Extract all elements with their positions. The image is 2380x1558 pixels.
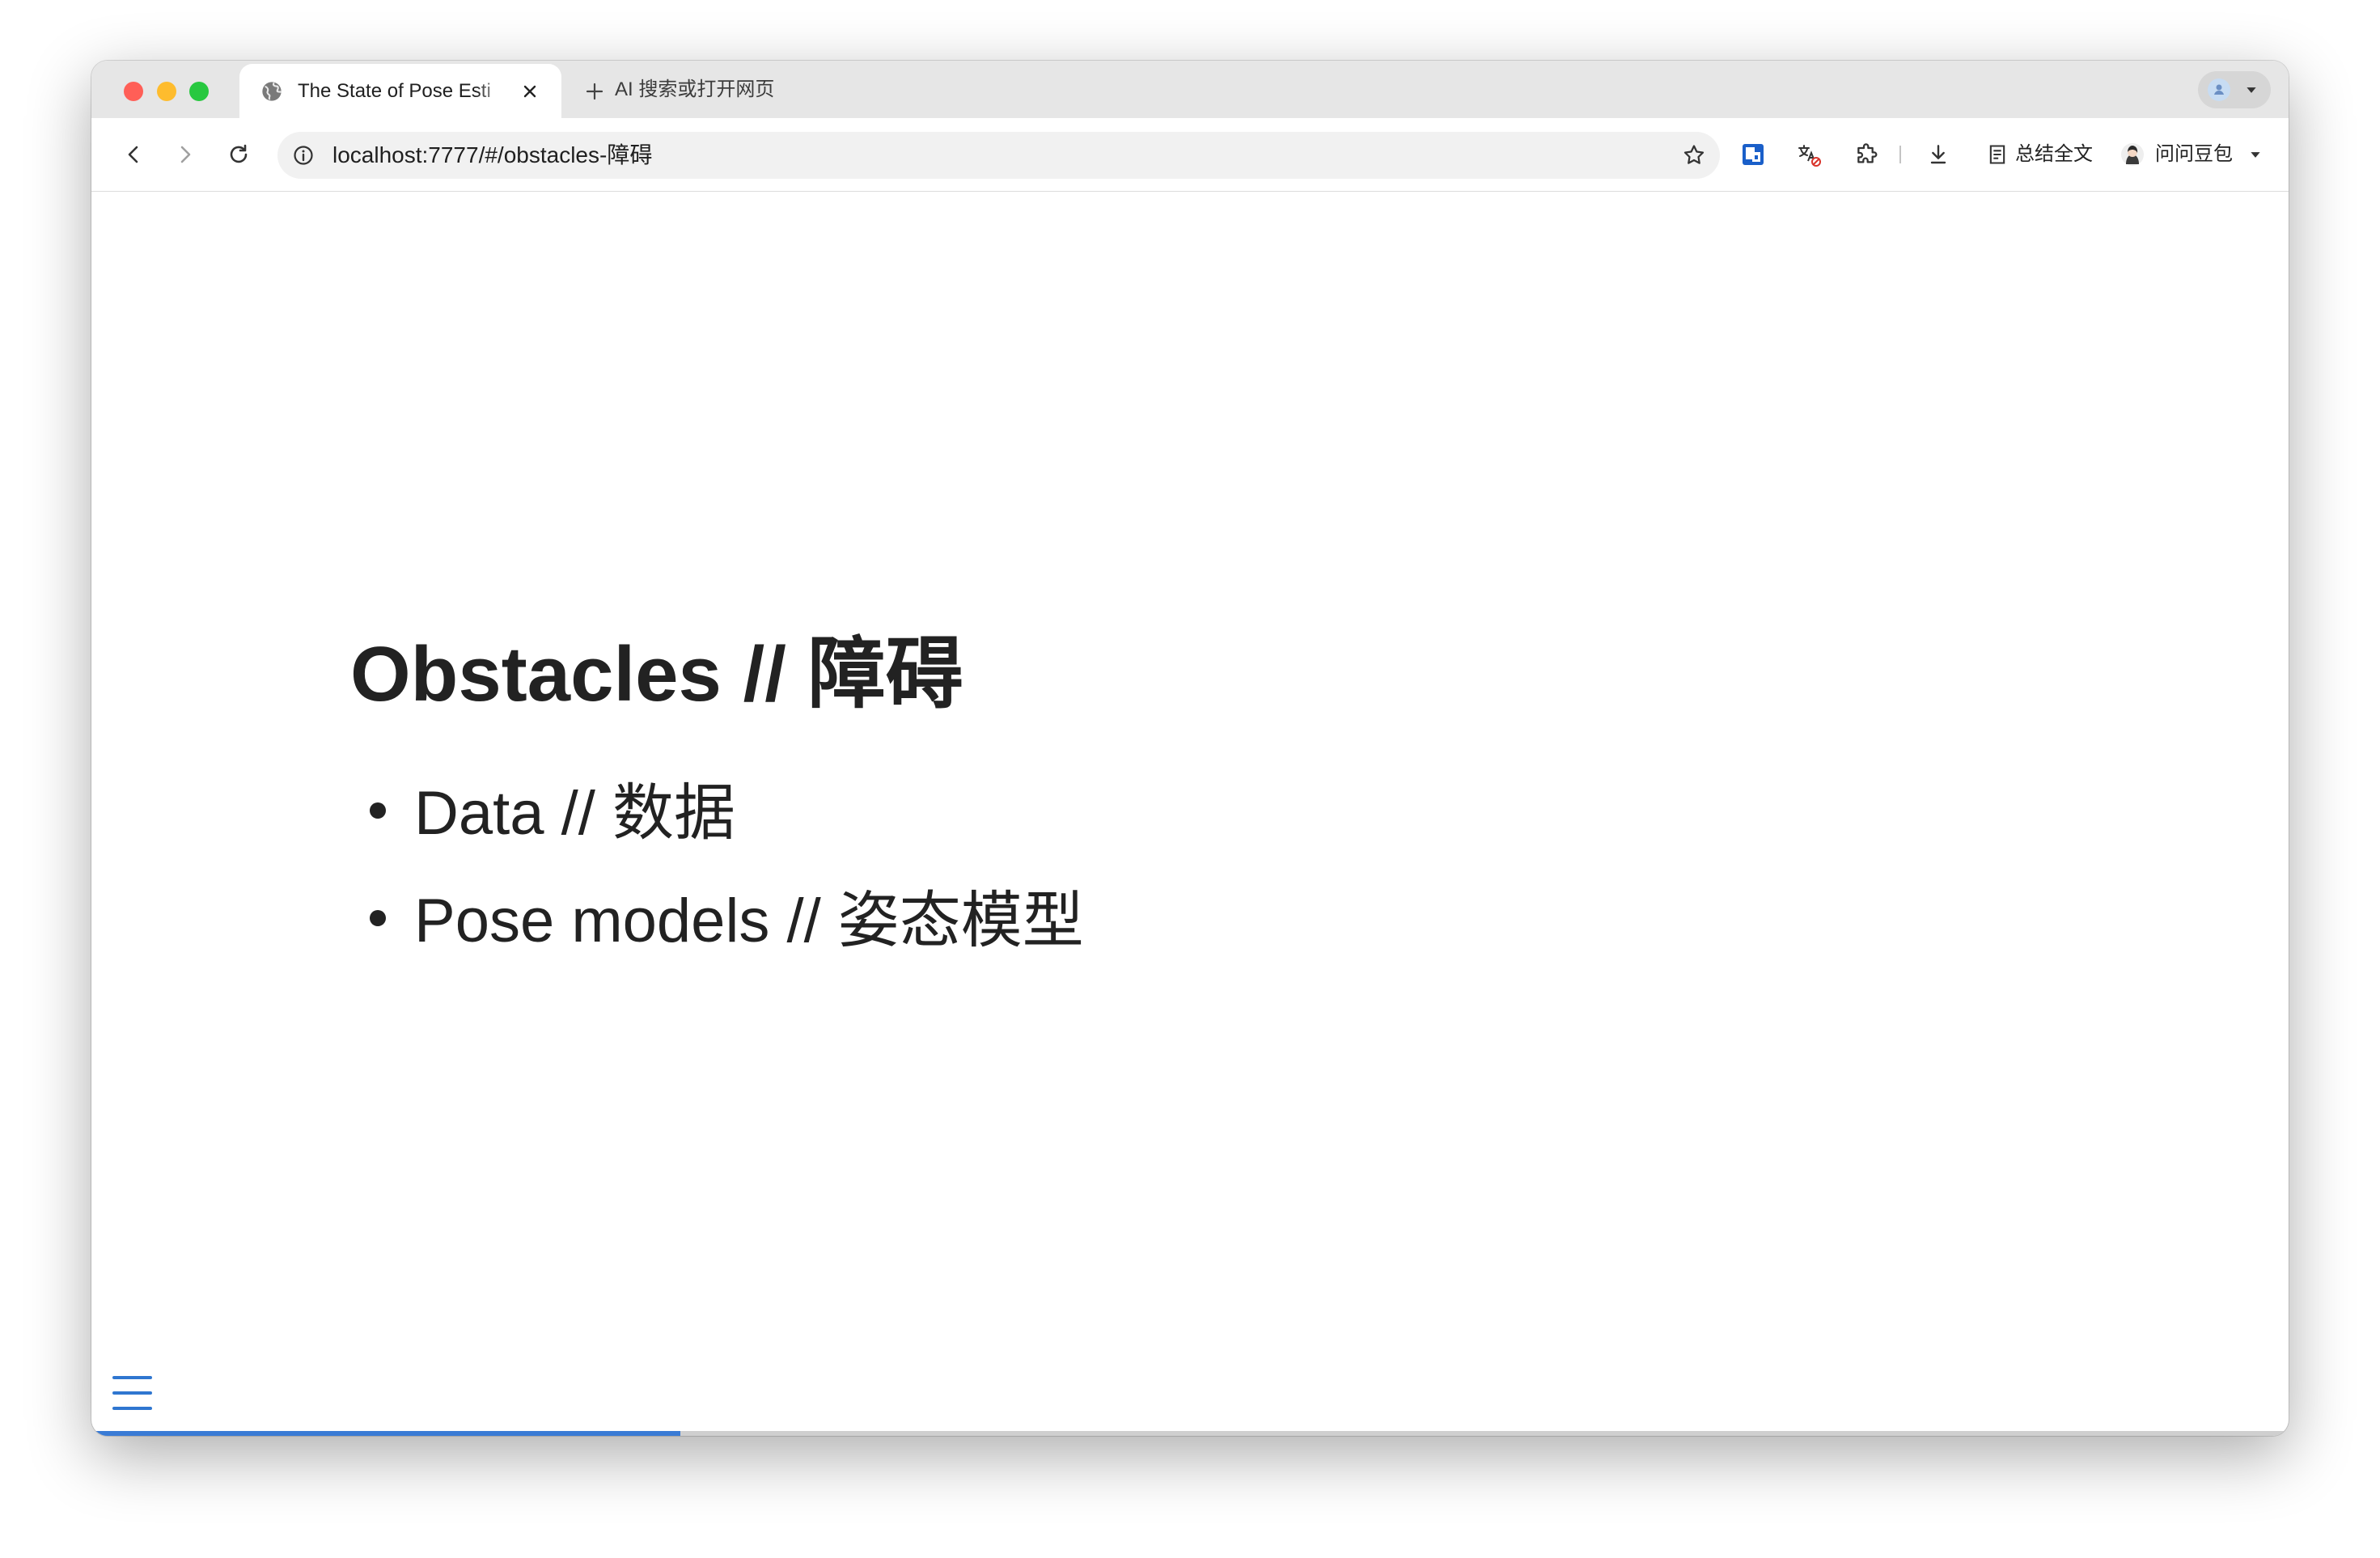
list-item: Data // 数据	[370, 760, 1084, 867]
url-field[interactable]: localhost:7777/#/obstacles-障碍	[332, 132, 652, 179]
window-zoom-button[interactable]	[189, 82, 209, 101]
summarize-button[interactable]: 总结全文	[2015, 118, 2093, 191]
star-icon[interactable]	[1682, 143, 1706, 167]
slide-title: Obstacles // 障碍	[350, 631, 963, 718]
doubao-avatar-icon[interactable]	[2120, 142, 2145, 167]
puzzle-icon[interactable]	[1854, 142, 1880, 167]
browser-window: The State of Pose Esti AI 搜索或打开网页 localh…	[91, 61, 2289, 1436]
download-icon[interactable]	[1925, 142, 1951, 167]
toolbar-separator	[1899, 146, 1901, 163]
close-icon[interactable]	[522, 83, 538, 99]
blue-extension-icon[interactable]	[1740, 142, 1766, 167]
menu-line	[112, 1407, 152, 1410]
window-minimize-button[interactable]	[157, 82, 176, 101]
tab-strip: The State of Pose Esti AI 搜索或打开网页	[91, 61, 2289, 118]
bullet-text: Pose models // 姿态模型	[414, 887, 1084, 955]
translate-disabled-icon[interactable]	[1796, 142, 1822, 167]
new-tab-button[interactable]: AI 搜索或打开网页	[615, 61, 774, 118]
reload-icon[interactable]	[227, 142, 251, 167]
hamburger-menu-icon[interactable]	[112, 1376, 152, 1410]
slide-bullet-list: Data // 数据 Pose models // 姿态模型	[370, 760, 1084, 975]
forward-arrow-icon[interactable]	[173, 142, 197, 167]
globe-icon	[260, 80, 283, 103]
tab-title: The State of Pose Esti	[298, 80, 491, 102]
list-item: Pose models // 姿态模型	[370, 867, 1084, 975]
tab-active[interactable]: The State of Pose Esti	[239, 64, 561, 118]
chevron-down-icon[interactable]	[2250, 151, 2261, 159]
info-icon[interactable]	[293, 145, 314, 166]
slide-progress-bar	[91, 1431, 2289, 1436]
menu-line	[112, 1391, 152, 1395]
window-close-button[interactable]	[124, 82, 143, 101]
bullet-dot	[370, 802, 386, 819]
bullet-text: Data // 数据	[414, 779, 735, 848]
profile-avatar-icon	[2207, 78, 2231, 102]
progress-fill	[91, 1431, 680, 1436]
profile-button[interactable]	[2198, 71, 2271, 108]
back-arrow-icon[interactable]	[121, 142, 146, 167]
bullet-dot	[370, 910, 386, 926]
chevron-down-icon	[2246, 87, 2257, 94]
browser-toolbar: localhost:7777/#/obstacles-障碍 总结全文 问问豆包	[91, 118, 2289, 192]
ask-doubao-button[interactable]: 问问豆包	[2155, 118, 2233, 191]
plus-icon[interactable]	[585, 82, 604, 101]
summarize-doc-icon[interactable]	[1986, 143, 2009, 166]
address-bar[interactable]: localhost:7777/#/obstacles-障碍	[277, 132, 1720, 179]
menu-line	[112, 1376, 152, 1379]
